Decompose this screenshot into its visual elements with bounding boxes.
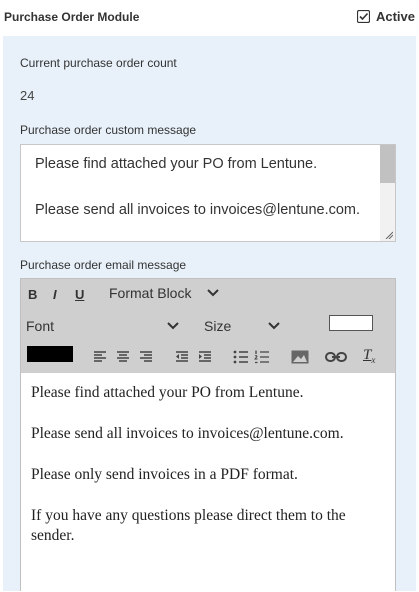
link-icon[interactable] xyxy=(325,350,347,364)
numbered-list-icon[interactable] xyxy=(254,350,270,364)
chevron-down-icon xyxy=(268,322,280,330)
indent-icon[interactable] xyxy=(198,350,212,364)
active-checkbox[interactable]: Active xyxy=(356,9,415,24)
chevron-down-icon xyxy=(207,289,219,297)
textarea-scroll-thumb[interactable] xyxy=(380,145,395,183)
custom-message-text: Please find attached your PO from Lentun… xyxy=(35,156,361,218)
email-paragraph: If you have any questions please direct … xyxy=(31,507,346,544)
clear-format-button[interactable]: Tx xyxy=(363,347,375,365)
email-message-content: Please find attached your PO from Lentun… xyxy=(31,383,381,567)
background-color-swatch[interactable] xyxy=(27,346,73,362)
align-left-icon[interactable] xyxy=(93,350,107,364)
format-block-select[interactable]: Format Block xyxy=(109,285,191,301)
custom-message-textarea[interactable]: Please find attached your PO from Lentun… xyxy=(20,144,396,242)
rich-text-editor: B I U Format Block Font Size Tx Please f… xyxy=(20,278,396,592)
email-message-label: Purchase order email message xyxy=(20,258,187,272)
custom-message-label: Purchase order custom message xyxy=(20,123,197,137)
bullet-list-icon[interactable] xyxy=(233,350,249,364)
email-paragraph: Please find attached your PO from Lentun… xyxy=(31,384,304,401)
italic-button[interactable]: I xyxy=(53,287,57,302)
underline-button[interactable]: U xyxy=(75,287,84,302)
toolbar-row-1: B I U Format Block xyxy=(21,279,395,307)
outdent-icon[interactable] xyxy=(175,350,189,364)
checkbox-checked-icon xyxy=(356,10,370,23)
email-paragraph: Please only send invoices in a PDF forma… xyxy=(31,466,298,483)
count-label: Current purchase order count xyxy=(20,56,177,70)
active-label: Active xyxy=(375,9,415,24)
chevron-down-icon xyxy=(167,322,179,330)
resize-grip-icon[interactable] xyxy=(385,231,393,239)
count-value: 24 xyxy=(20,88,35,103)
email-paragraph: Please send all invoices to invoices@len… xyxy=(31,425,344,442)
font-select[interactable]: Font xyxy=(26,318,54,334)
align-right-icon[interactable] xyxy=(139,350,153,364)
bold-button[interactable]: B xyxy=(28,287,37,302)
size-select[interactable]: Size xyxy=(204,318,231,334)
module-title: Purchase Order Module xyxy=(4,10,140,24)
font-color-swatch[interactable] xyxy=(329,315,373,331)
align-center-icon[interactable] xyxy=(116,350,130,364)
textarea-scrollbar[interactable] xyxy=(380,145,395,241)
image-icon[interactable] xyxy=(291,350,309,364)
module-header: Purchase Order Module Active xyxy=(0,0,419,36)
email-message-editor-area[interactable]: Please find attached your PO from Lentun… xyxy=(21,373,395,592)
